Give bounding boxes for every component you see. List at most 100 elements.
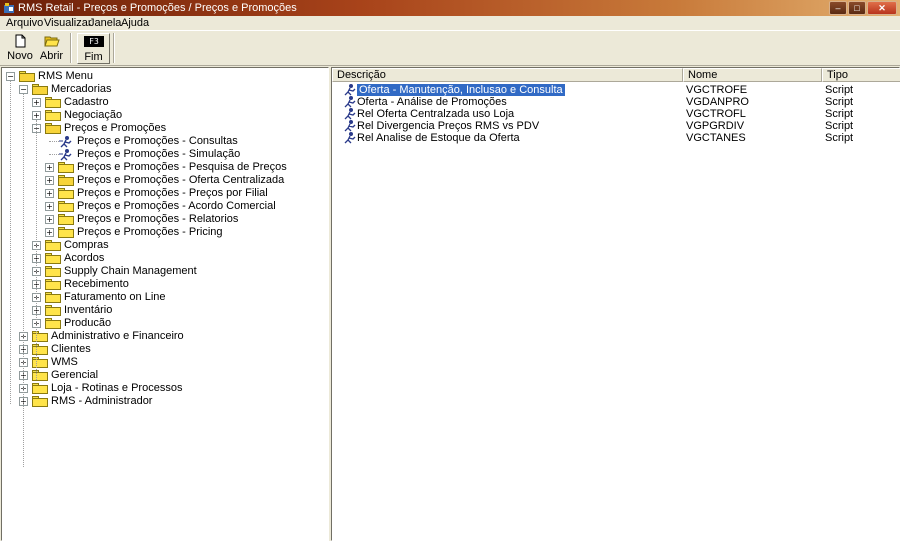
expand-icon[interactable]: + (45, 189, 54, 198)
expand-icon[interactable]: + (32, 111, 41, 120)
tree-node-top-level[interactable]: + Clientes (2, 343, 322, 356)
collapse-icon[interactable]: − (6, 72, 15, 81)
folder-icon (58, 227, 74, 238)
expand-icon[interactable]: + (45, 176, 54, 185)
maximize-button[interactable]: □ (848, 1, 866, 15)
menu-arquivo[interactable]: Arquivo (6, 17, 43, 29)
expand-icon[interactable]: + (45, 228, 54, 237)
tree-node-top-level[interactable]: + Loja - Rotinas e Processos (2, 382, 322, 395)
folder-icon (58, 214, 74, 225)
tree-node-mercadorias-child[interactable]: + Compras (2, 239, 322, 252)
list-row[interactable]: Oferta - Manutenção, Inclusao e Consulta… (332, 84, 900, 96)
expand-icon[interactable]: + (45, 163, 54, 172)
tree-node-mercadorias[interactable]: − Mercadorias (2, 83, 322, 96)
folder-icon (45, 292, 61, 303)
tree-node-mercadorias-child[interactable]: + Supply Chain Management (2, 265, 322, 278)
tree-node-top-level[interactable]: + Administrativo e Financeiro (2, 330, 322, 343)
collapse-icon[interactable]: − (19, 85, 28, 94)
open-folder-icon (19, 71, 35, 82)
column-header-tipo[interactable]: Tipo (822, 68, 900, 82)
minimize-button[interactable]: – (829, 1, 847, 15)
tree-node-precos-child[interactable]: + Preços e Promoções - Pesquisa de Preços (2, 161, 322, 174)
tree-node-label: Preços e Promoções - Preços por Filial (77, 187, 268, 199)
new-document-icon (15, 34, 26, 48)
expand-icon[interactable]: + (45, 215, 54, 224)
list-row[interactable]: Rel Divergencia Preços RMS vs PDV VGPGRDI… (332, 120, 900, 132)
cell-descricao: Rel Oferta Centralzada uso Loja (357, 108, 515, 120)
open-folder-icon (45, 123, 61, 134)
expand-icon[interactable]: + (32, 98, 41, 107)
folder-icon (45, 266, 61, 277)
abrir-label: Abrir (39, 50, 64, 62)
column-header-nome[interactable]: Nome (683, 68, 822, 82)
tree-node-mercadorias-child[interactable]: + Producão (2, 317, 322, 330)
toolbar-separator (70, 33, 72, 63)
folder-icon (45, 253, 61, 264)
cell-descricao: Rel Divergencia Preços RMS vs PDV (357, 120, 540, 132)
tree-node-label: Negociação (64, 109, 123, 121)
folder-icon (32, 383, 48, 394)
title-bar: RMS Retail - Preços e Promoções / Preços… (0, 0, 900, 16)
tree-node-label: Recebimento (64, 278, 129, 290)
tree-node-label: RMS Menu (38, 70, 94, 82)
folder-icon (32, 357, 48, 368)
tree-node-label: RMS - Administrador (51, 395, 153, 407)
tree-node-label: Preços e Promoções - Simulação (77, 148, 241, 160)
tree-node-precos-child[interactable]: + Preços e Promoções - Oferta Centralizad… (2, 174, 322, 187)
tree-node-precos-promocoes[interactable]: − Preços e Promoções (2, 122, 322, 135)
folder-icon (45, 318, 61, 329)
tree-node-precos-child[interactable]: Preços e Promoções - Consultas (2, 135, 322, 148)
tree-node-label: Inventário (64, 304, 113, 316)
list-row[interactable]: Rel Oferta Centralzada uso Loja VGCTROFL S… (332, 108, 900, 120)
tree-node-label: Preços e Promoções (64, 122, 167, 134)
tree-node-negociacao[interactable]: + Negociação (2, 109, 322, 122)
window-title: RMS Retail - Preços e Promoções / Preços… (18, 2, 297, 14)
tree-node-label: Cadastro (64, 96, 109, 108)
list-row[interactable]: Oferta - Análise de Promoções VGDANPRO Scr… (332, 96, 900, 108)
tree-node-label: Preços e Promoções - Oferta Centralizada (77, 174, 285, 186)
folder-icon (32, 370, 48, 381)
menu-visualizar[interactable]: Visualizar (44, 17, 92, 29)
cell-nome: VGDANPRO (686, 96, 749, 108)
tree-node-label: Preços e Promoções - Pesquisa de Preços (77, 161, 287, 173)
folder-icon (45, 97, 61, 108)
tree-node-top-level[interactable]: + WMS (2, 356, 322, 369)
tree-node-mercadorias-child[interactable]: + Recebimento (2, 278, 322, 291)
tree-node-rms-menu[interactable]: − RMS Menu (2, 70, 322, 83)
menu-ajuda[interactable]: Ajuda (121, 17, 149, 29)
tree-node-mercadorias-child[interactable]: + Inventário (2, 304, 322, 317)
program-list[interactable]: Descrição Nome Tipo Oferta - Manutenção,… (331, 67, 900, 541)
tree-node-precos-child[interactable]: + Preços e Promoções - Relatorios (2, 213, 322, 226)
novo-button[interactable]: Novo (6, 33, 34, 64)
tree-node-precos-child[interactable]: Preços e Promoções - Simulação (2, 148, 322, 161)
tree-node-mercadorias-child[interactable]: + Faturamento on Line (2, 291, 322, 304)
tree-node-label: Supply Chain Management (64, 265, 197, 277)
menu-janela[interactable]: Janela (89, 17, 121, 29)
tree-guide-line (10, 81, 11, 404)
tree-node-mercadorias-child[interactable]: + Acordos (2, 252, 322, 265)
tree-node-top-level[interactable]: + Gerencial (2, 369, 322, 382)
cell-tipo: Script (825, 96, 854, 108)
tree-node-label: Preços e Promoções - Pricing (77, 226, 223, 238)
tree-node-precos-child[interactable]: + Preços e Promoções - Pricing (2, 226, 322, 239)
tree-node-label: Preços e Promoções - Acordo Comercial (77, 200, 276, 212)
cell-descricao: Oferta - Manutenção, Inclusao e Consulta (357, 84, 565, 96)
abrir-button[interactable]: Abrir (37, 33, 66, 64)
expand-icon[interactable]: + (45, 202, 54, 211)
fim-button[interactable]: F3 Fim (77, 33, 110, 64)
column-header-descricao[interactable]: Descrição (332, 68, 683, 82)
tree-node-precos-child[interactable]: + Preços e Promoções - Preços por Filial (2, 187, 322, 200)
menu-bar: Arquivo Visualizar Janela Ajuda (0, 16, 900, 30)
tree-node-precos-child[interactable]: + Preços e Promoções - Acordo Comercial (2, 200, 322, 213)
tree-node-cadastro[interactable]: + Cadastro (2, 96, 322, 109)
list-row[interactable]: Rel Analise de Estoque da Oferta VGCTANES… (332, 132, 900, 144)
tree-node-top-level[interactable]: + RMS - Administrador (2, 395, 322, 408)
tree-node-label: Compras (64, 239, 109, 251)
close-button[interactable]: ✕ (867, 1, 897, 15)
tree-node-label: Preços e Promoções - Consultas (77, 135, 238, 147)
menu-tree[interactable]: − RMS Menu − Mercadorias + Cadastro + Negociaçã… (1, 67, 329, 541)
folder-icon (45, 305, 61, 316)
folder-icon (45, 110, 61, 121)
tree-node-label: Administrativo e Financeiro (51, 330, 184, 342)
script-icon (58, 135, 74, 148)
